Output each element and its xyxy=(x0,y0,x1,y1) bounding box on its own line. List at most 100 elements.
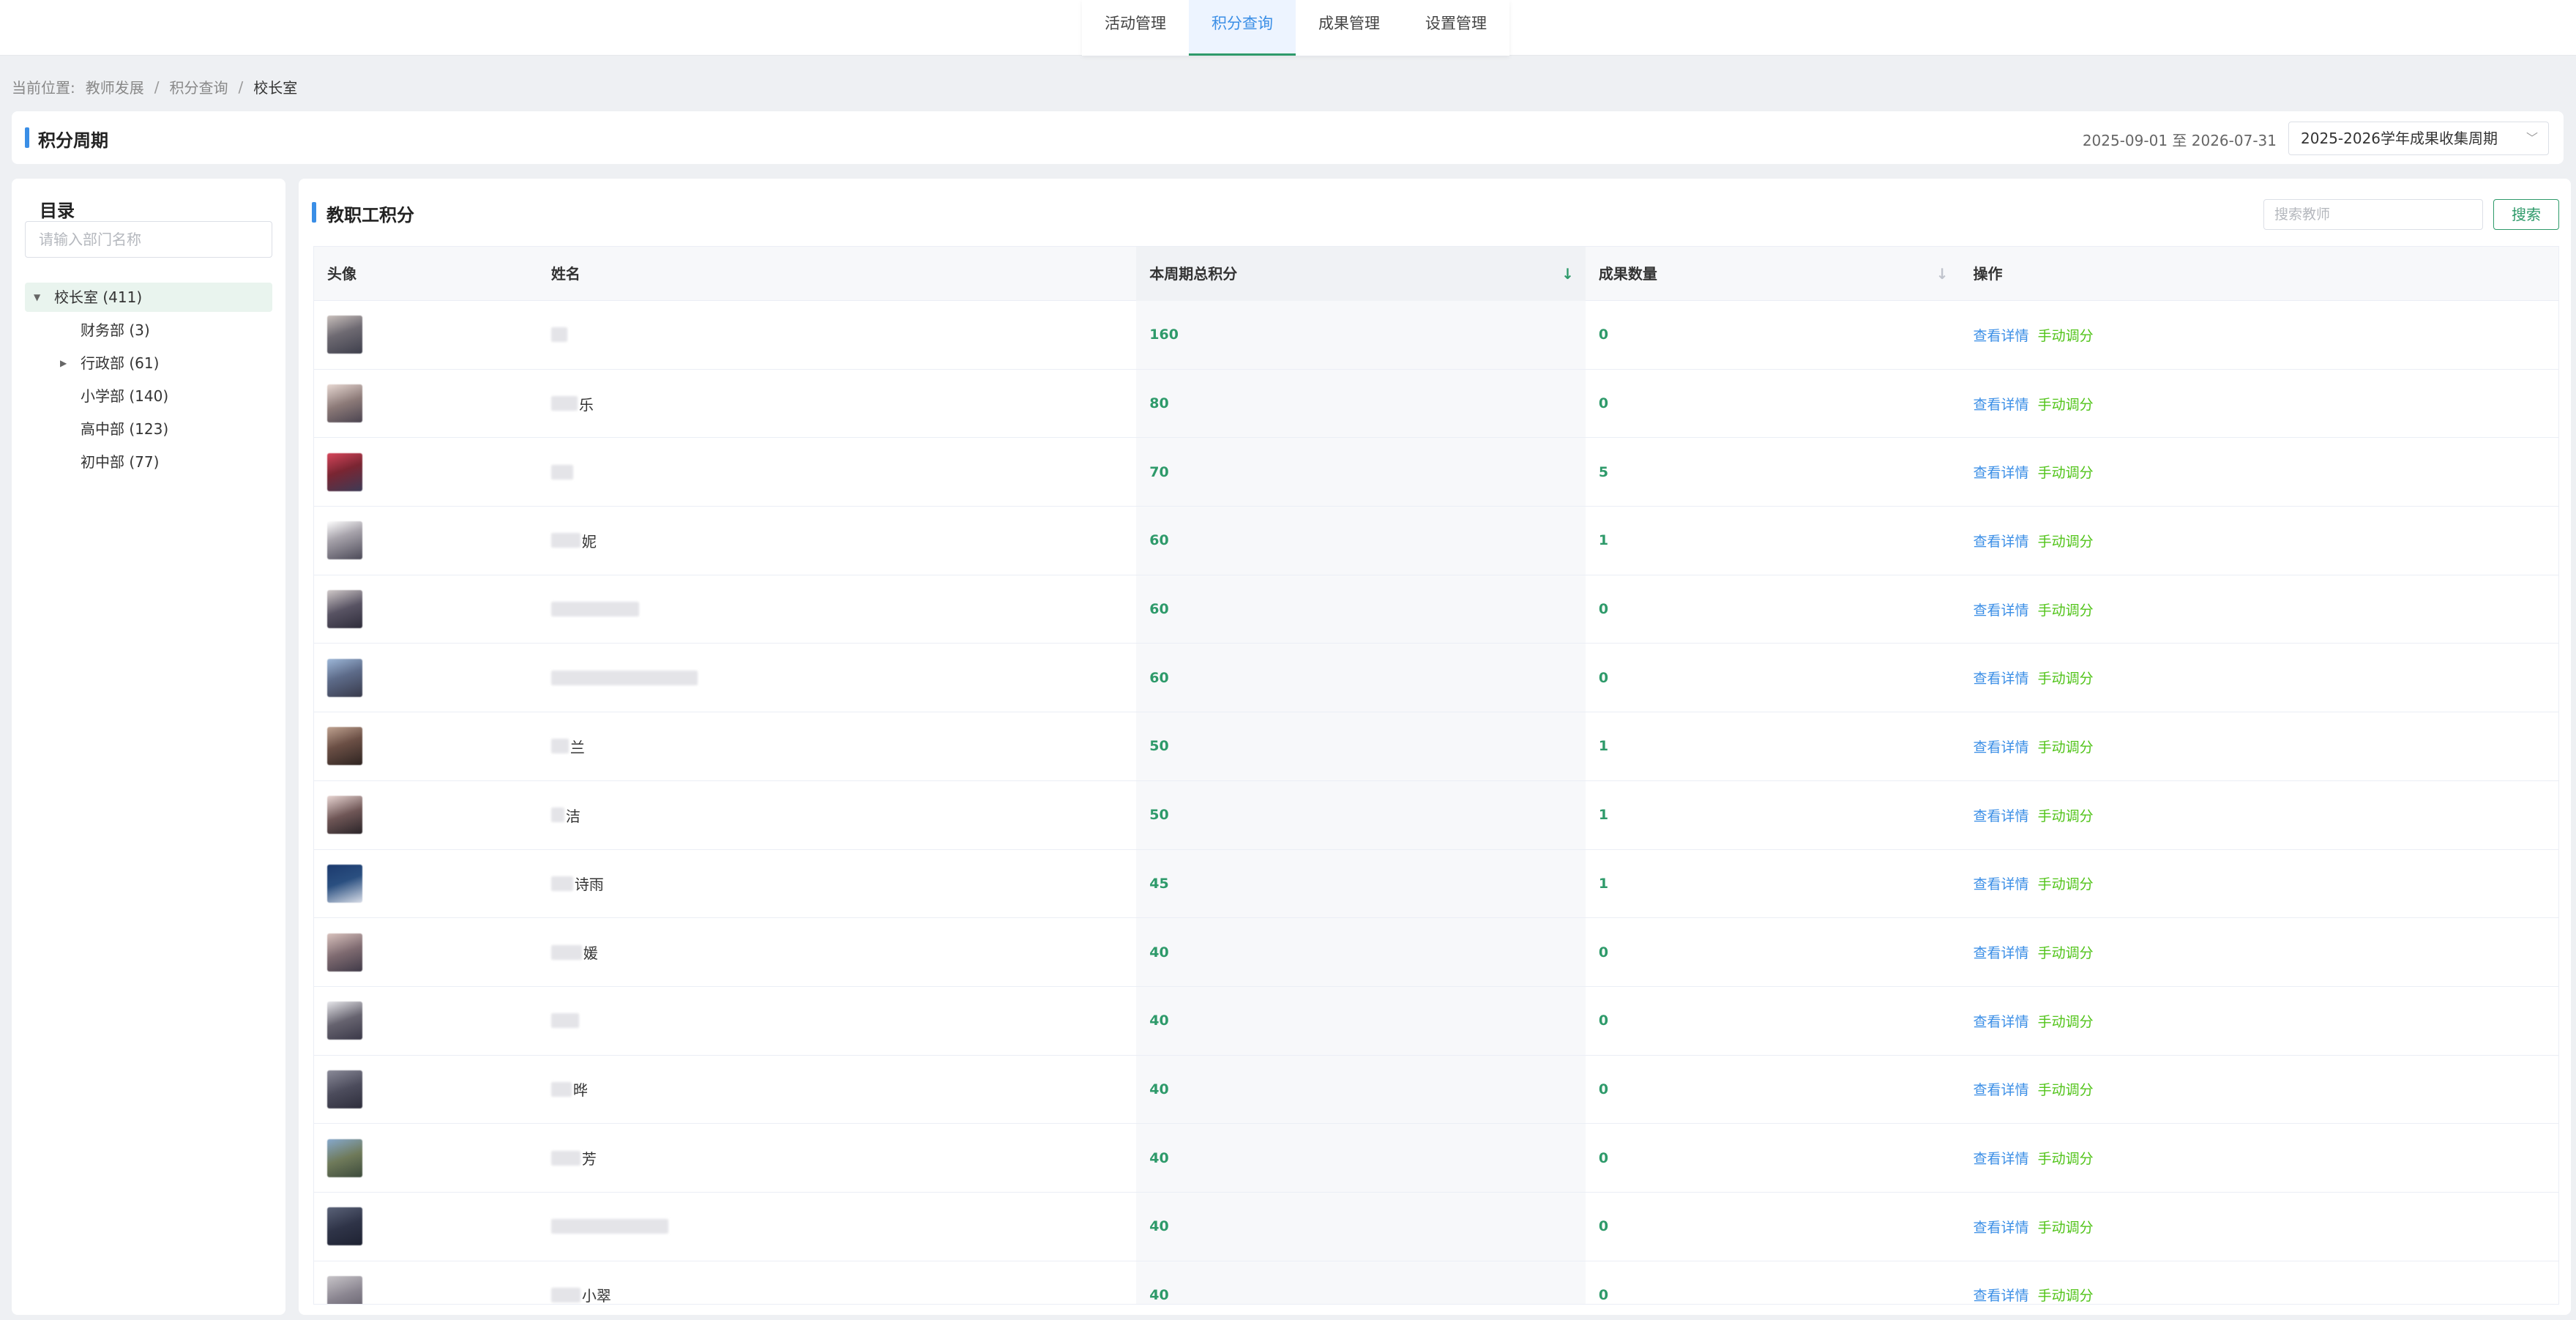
redacted-name xyxy=(550,944,582,960)
table-row: 晔 40 0 查看详情 手动调分 xyxy=(314,1055,2558,1125)
manual-adjust-link[interactable]: 手动调分 xyxy=(2038,873,2094,893)
achievement-count-value: 0 xyxy=(1598,1286,1609,1303)
column-header-label: 成果数量 xyxy=(1598,265,1657,283)
view-detail-link[interactable]: 查看详情 xyxy=(1974,531,2029,551)
name-text: 小翠 xyxy=(581,1287,611,1305)
total-score-value: 40 xyxy=(1149,1081,1169,1097)
cell-avatar xyxy=(314,1261,538,1304)
period-select[interactable]: 2025-2026学年成果收集周期 ﹀ xyxy=(2288,122,2549,155)
cell-actions: 查看详情 手动调分 xyxy=(1960,781,2558,849)
tree-node-principal-office[interactable]: ▼ 校长室 (411) xyxy=(25,283,272,312)
view-detail-link[interactable]: 查看详情 xyxy=(1974,325,2029,345)
breadcrumb-item-points-query[interactable]: 积分查询 xyxy=(170,76,228,97)
achievement-count-value: 0 xyxy=(1598,327,1609,343)
name-text: 媛 xyxy=(583,944,598,963)
table-row: 芳 40 0 查看详情 手动调分 xyxy=(314,1124,2558,1193)
view-detail-link[interactable]: 查看详情 xyxy=(1974,942,2029,962)
tree-node-finance[interactable]: 财务部 (3) xyxy=(25,316,272,345)
view-detail-link[interactable]: 查看详情 xyxy=(1974,600,2029,619)
teacher-search-input[interactable] xyxy=(2263,199,2483,230)
cell-achievement-count: 0 xyxy=(1586,987,1960,1055)
view-detail-link[interactable]: 查看详情 xyxy=(1974,394,2029,414)
achievement-count-value: 0 xyxy=(1598,669,1609,686)
tab-points-query[interactable]: 积分查询 xyxy=(1189,0,1296,56)
cell-total-score: 40 xyxy=(1136,1055,1586,1124)
cell-achievement-count: 0 xyxy=(1586,575,1960,644)
caret-down-icon[interactable]: ▼ xyxy=(34,283,40,312)
tab-activity-management[interactable]: 活动管理 xyxy=(1082,0,1189,56)
view-detail-link[interactable]: 查看详情 xyxy=(1974,1079,2029,1099)
cell-actions: 查看详情 手动调分 xyxy=(1960,987,2558,1055)
avatar xyxy=(327,384,362,423)
view-detail-link[interactable]: 查看详情 xyxy=(1974,462,2029,482)
manual-adjust-link[interactable]: 手动调分 xyxy=(2038,805,2094,825)
table-row: 诗雨 45 1 查看详情 手动调分 xyxy=(314,849,2558,919)
achievement-count-value: 0 xyxy=(1598,601,1609,618)
view-detail-link[interactable]: 查看详情 xyxy=(1974,1011,2029,1031)
tree-node-primary-school[interactable]: 小学部 (140) xyxy=(25,381,272,411)
cell-total-score: 40 xyxy=(1136,1192,1586,1261)
view-detail-link[interactable]: 查看详情 xyxy=(1974,1285,2029,1304)
manual-adjust-link[interactable]: 手动调分 xyxy=(2038,1148,2094,1168)
view-detail-link[interactable]: 查看详情 xyxy=(1974,737,2029,756)
manual-adjust-link[interactable]: 手动调分 xyxy=(2038,737,2094,756)
manual-adjust-link[interactable]: 手动调分 xyxy=(2038,462,2094,482)
cell-avatar xyxy=(314,850,538,918)
redacted-name xyxy=(550,464,573,480)
caret-right-icon[interactable]: ▶ xyxy=(60,348,67,378)
search-button[interactable]: 搜索 xyxy=(2493,199,2559,230)
view-detail-link[interactable]: 查看详情 xyxy=(1974,805,2029,825)
cell-achievement-count: 0 xyxy=(1586,644,1960,712)
sort-arrow-down-icon[interactable]: ↓ xyxy=(1561,247,1574,301)
cell-achievement-count: 0 xyxy=(1586,301,1960,369)
manual-adjust-link[interactable]: 手动调分 xyxy=(2038,394,2094,414)
manual-adjust-link[interactable]: 手动调分 xyxy=(2038,600,2094,619)
total-score-value: 160 xyxy=(1149,327,1179,343)
cell-name: 妮 xyxy=(538,507,1136,575)
tab-settings-management[interactable]: 设置管理 xyxy=(1403,0,1509,56)
staff-points-table: 头像 姓名 本周期总积分 ↓ 成果数量 ↓ 操作 160 0 查看详情 手动调分乐 80… xyxy=(313,246,2559,1305)
manual-adjust-link[interactable]: 手动调分 xyxy=(2038,1079,2094,1099)
cell-avatar xyxy=(314,987,538,1055)
avatar xyxy=(327,316,362,354)
section-accent-bar xyxy=(312,202,316,223)
tab-achievement-management[interactable]: 成果管理 xyxy=(1296,0,1403,56)
view-detail-link[interactable]: 查看详情 xyxy=(1974,668,2029,687)
breadcrumb-item-teacher-development[interactable]: 教师发展 xyxy=(86,76,144,97)
manual-adjust-link[interactable]: 手动调分 xyxy=(2038,668,2094,687)
view-detail-link[interactable]: 查看详情 xyxy=(1974,873,2029,893)
column-header-total-score[interactable]: 本周期总积分 ↓ xyxy=(1136,247,1586,301)
cell-total-score: 60 xyxy=(1136,575,1586,644)
table-row: 70 5 查看详情 手动调分 xyxy=(314,438,2558,507)
cell-avatar xyxy=(314,507,538,575)
cell-total-score: 80 xyxy=(1136,369,1586,438)
name-text: 洁 xyxy=(565,807,580,825)
achievement-count-value: 1 xyxy=(1598,807,1609,824)
manual-adjust-link[interactable]: 手动调分 xyxy=(2038,531,2094,551)
manual-adjust-link[interactable]: 手动调分 xyxy=(2038,325,2094,345)
column-header-label: 本周期总积分 xyxy=(1149,265,1238,283)
cell-total-score: 70 xyxy=(1136,438,1586,507)
cell-total-score: 40 xyxy=(1136,918,1586,986)
column-header-achievement-count[interactable]: 成果数量 ↓ xyxy=(1586,247,1960,301)
achievement-count-value: 5 xyxy=(1598,463,1609,480)
total-score-value: 50 xyxy=(1149,738,1169,755)
redacted-name xyxy=(550,396,578,411)
cell-total-score: 40 xyxy=(1136,1261,1586,1304)
department-search-input[interactable] xyxy=(25,221,272,258)
avatar xyxy=(327,1138,362,1177)
manual-adjust-link[interactable]: 手动调分 xyxy=(2038,1285,2094,1304)
view-detail-link[interactable]: 查看详情 xyxy=(1974,1217,2029,1237)
manual-adjust-link[interactable]: 手动调分 xyxy=(2038,1011,2094,1031)
sort-arrow-down-icon[interactable]: ↓ xyxy=(1936,247,1949,301)
view-detail-link[interactable]: 查看详情 xyxy=(1974,1148,2029,1168)
column-header-name: 姓名 xyxy=(550,265,580,283)
period-date-range: 2025-09-01 至 2026-07-31 xyxy=(2082,132,2277,149)
tree-node-high-school[interactable]: 高中部 (123) xyxy=(25,414,272,444)
achievement-count-value: 0 xyxy=(1598,395,1609,412)
tree-node-administration[interactable]: ▶ 行政部 (61) xyxy=(25,348,272,378)
manual-adjust-link[interactable]: 手动调分 xyxy=(2038,1217,2094,1237)
manual-adjust-link[interactable]: 手动调分 xyxy=(2038,942,2094,962)
tree-node-middle-school[interactable]: 初中部 (77) xyxy=(25,447,272,477)
cell-name xyxy=(538,575,1136,644)
